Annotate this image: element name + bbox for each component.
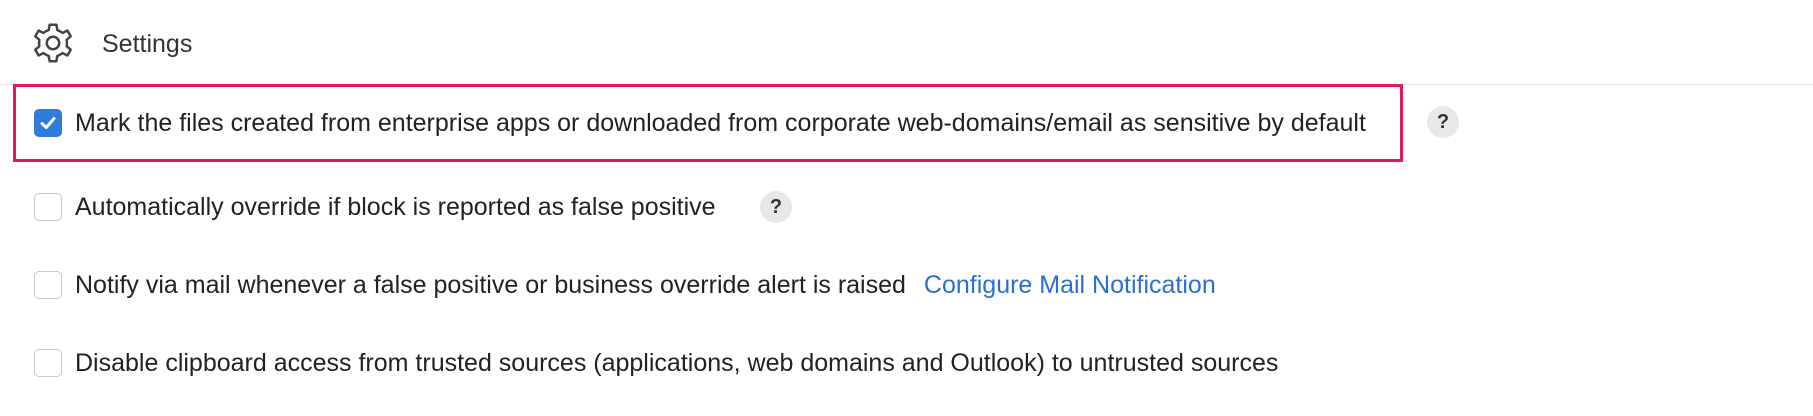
- notify-mail-checkbox[interactable]: [34, 271, 62, 299]
- notify-mail-label: Notify via mail whenever a false positiv…: [75, 271, 906, 299]
- setting-row-notify-mail: Notify via mail whenever a false positiv…: [34, 265, 1216, 305]
- gear-icon: [34, 23, 72, 63]
- auto-override-help-icon[interactable]: ?: [760, 191, 792, 223]
- auto-override-checkbox[interactable]: [34, 193, 62, 221]
- page-title: Settings: [102, 30, 193, 58]
- disable-clipboard-checkbox[interactable]: [34, 349, 62, 377]
- setting-row-auto-override: Automatically override if block is repor…: [34, 187, 716, 227]
- check-icon: [40, 117, 56, 129]
- mark-sensitive-help-icon[interactable]: ?: [1427, 106, 1459, 138]
- settings-header: Settings: [0, 0, 1813, 85]
- mark-sensitive-label: Mark the files created from enterprise a…: [75, 109, 1366, 137]
- auto-override-label: Automatically override if block is repor…: [75, 193, 716, 221]
- setting-row-mark-sensitive: Mark the files created from enterprise a…: [13, 84, 1403, 162]
- mark-sensitive-checkbox[interactable]: [34, 109, 62, 137]
- disable-clipboard-label: Disable clipboard access from trusted so…: [75, 349, 1279, 377]
- configure-mail-notification-link[interactable]: Configure Mail Notification: [924, 269, 1216, 301]
- setting-row-disable-clipboard: Disable clipboard access from trusted so…: [34, 343, 1278, 383]
